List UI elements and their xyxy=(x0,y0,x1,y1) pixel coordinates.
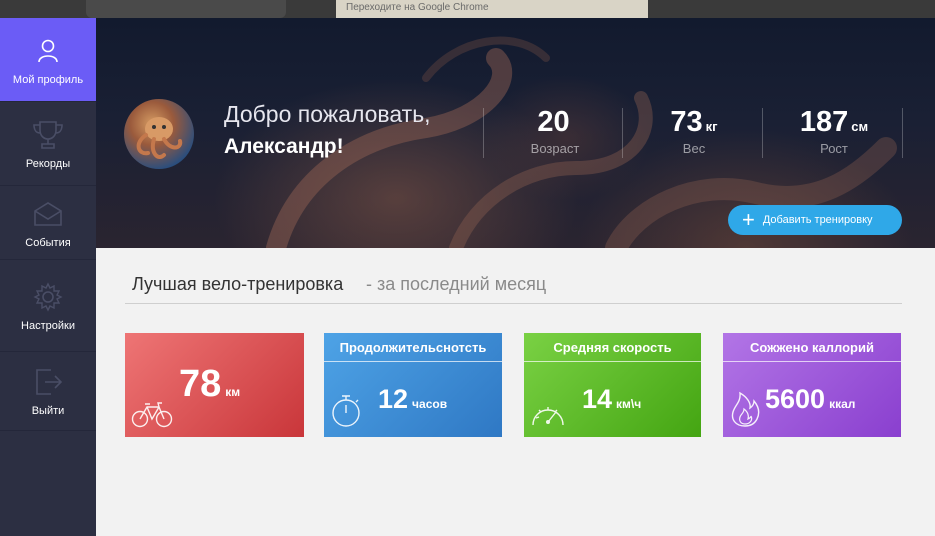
card-header: Средняя скорость xyxy=(524,333,701,362)
card-header: Продолжительснотсть xyxy=(324,333,502,362)
sidebar: Мой профиль Рекорды События Настройки Вы… xyxy=(0,18,96,536)
speedometer-icon xyxy=(530,400,566,433)
card-value: 12 xyxy=(378,384,409,414)
stat-divider xyxy=(902,108,903,158)
plus-icon: + xyxy=(742,207,755,232)
browser-tab[interactable] xyxy=(86,0,286,18)
stat-weight: 73 кг Вес xyxy=(624,106,764,156)
trophy-icon xyxy=(31,118,65,152)
card-unit: км xyxy=(225,385,241,399)
card-unit: ккал xyxy=(829,397,856,411)
stat-value: 187 xyxy=(799,106,849,138)
distance-card[interactable]: 78 км xyxy=(125,333,304,437)
section-subtitle: - за последний месяц xyxy=(366,274,547,294)
duration-card[interactable]: Продолжительснотсть 12 часов xyxy=(324,333,502,437)
stat-caption: Вес xyxy=(682,141,706,156)
card-value: 78 xyxy=(179,363,222,405)
flame-icon xyxy=(729,390,761,433)
sidebar-item-records[interactable]: Рекорды xyxy=(0,102,96,186)
calories-card[interactable]: Сожжено каллорий 5600 ккал xyxy=(723,333,901,437)
sidebar-item-label: Настройки xyxy=(21,319,75,332)
gear-icon xyxy=(31,280,65,314)
sidebar-item-label: Мой профиль xyxy=(12,73,84,86)
sidebar-item-label: Выйти xyxy=(31,405,65,417)
stat-unit: кг xyxy=(705,119,718,134)
exit-icon xyxy=(31,365,65,399)
sidebar-item-label: События xyxy=(25,236,71,249)
sidebar-item-label: Рекорды xyxy=(25,157,71,170)
stat-divider xyxy=(762,108,763,158)
stat-height: 187 см Рост xyxy=(764,106,904,156)
stat-age: 20 Возраст xyxy=(485,106,625,156)
sidebar-item-events[interactable]: События xyxy=(0,186,96,260)
sidebar-item-profile[interactable]: Мой профиль xyxy=(0,18,96,102)
section-divider xyxy=(125,303,902,304)
card-value: 14 xyxy=(582,384,613,414)
add-workout-label: Добавить тренировку xyxy=(762,214,873,226)
card-header: Сожжено каллорий xyxy=(723,333,901,362)
user-icon xyxy=(31,34,65,68)
card-unit: часов xyxy=(412,397,448,411)
avatar[interactable] xyxy=(124,99,194,169)
browser-notification-bar[interactable]: Переходите на Google Chrome xyxy=(336,0,648,18)
stat-value: 73 xyxy=(670,106,703,138)
card-value: 5600 xyxy=(765,384,826,414)
envelope-icon xyxy=(31,197,65,231)
stat-divider xyxy=(622,108,623,158)
stat-divider xyxy=(483,108,484,158)
welcome-text: Добро пожаловать, xyxy=(224,101,431,127)
stopwatch-icon xyxy=(330,394,362,433)
sidebar-item-logout[interactable]: Выйти xyxy=(0,352,96,431)
browser-top-strip: Переходите на Google Chrome xyxy=(0,0,935,18)
bicycle-icon xyxy=(131,400,173,433)
stat-value: 20 xyxy=(537,106,570,138)
stat-caption: Возраст xyxy=(530,141,580,156)
section-title: Лучшая вело-тренировка xyxy=(132,274,344,294)
main-content: Лучшая вело-тренировка - за последний ме… xyxy=(96,248,935,536)
card-unit: км\ч xyxy=(616,397,642,411)
user-name: Александр! xyxy=(224,135,344,158)
speed-card[interactable]: Средняя скорость 14 км\ч xyxy=(524,333,701,437)
add-workout-button[interactable]: + Добавить тренировку xyxy=(728,205,902,235)
stat-caption: Рост xyxy=(820,141,848,156)
stat-unit: см xyxy=(851,119,869,134)
sidebar-item-settings[interactable]: Настройки xyxy=(0,260,96,352)
profile-hero: Добро пожаловать, Александр! 20 Возраст … xyxy=(96,18,935,248)
